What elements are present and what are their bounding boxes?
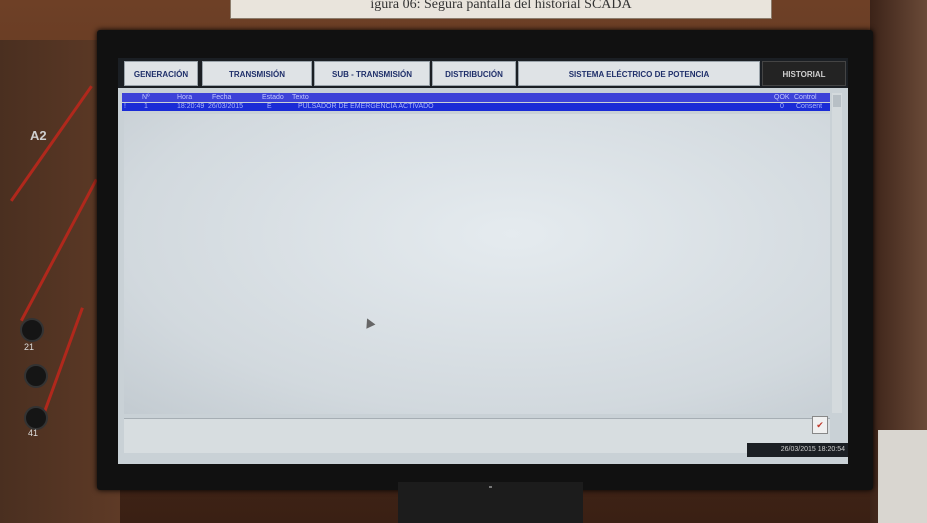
- row-estado: E: [267, 103, 272, 110]
- col-header-hora[interactable]: Hora: [177, 93, 192, 102]
- tab-historial[interactable]: HISTORIAL: [762, 61, 846, 86]
- banana-jack: [20, 318, 44, 342]
- scada-screen: GENERACIÓN TRANSMISIÓN SUB - TRANSMISIÓN…: [118, 58, 848, 464]
- caption-paper: igura 06: Segura pantalla del historial …: [230, 0, 772, 19]
- log-area: [124, 114, 830, 414]
- table-header: Nº Hora Fecha Estado Texto QOK Control: [122, 93, 830, 102]
- col-header-texto[interactable]: Texto: [292, 93, 309, 102]
- col-header-n[interactable]: Nº: [142, 93, 150, 102]
- paper-sheet: [878, 430, 927, 523]
- row-fecha: 26/03/2015: [208, 103, 244, 110]
- status-area: [124, 418, 830, 453]
- vertical-scrollbar[interactable]: [832, 93, 842, 413]
- status-datetime: 26/03/2015 18:20:54: [747, 443, 848, 457]
- row-n: 1: [144, 103, 148, 110]
- banana-jack: [24, 364, 48, 388]
- row-texto: PULSADOR DE EMERGENCIA ACTIVADO: [298, 103, 434, 110]
- col-header-estado[interactable]: Estado: [262, 93, 284, 102]
- row-flag: !: [124, 103, 126, 110]
- table-row[interactable]: ! 1 18:20:49 26/03/2015 E PULSADOR DE EM…: [122, 103, 830, 111]
- tab-transmision[interactable]: TRANSMISIÓN: [202, 61, 312, 86]
- col-header-fecha[interactable]: Fecha: [212, 93, 231, 102]
- panel-label: A2: [30, 128, 47, 143]
- row-hora: 18:20:49: [177, 103, 205, 110]
- tab-sub-transmision[interactable]: SUB - TRANSMISIÓN: [314, 61, 430, 86]
- tab-bar: GENERACIÓN TRANSMISIÓN SUB - TRANSMISIÓN…: [118, 58, 848, 88]
- power-led: [489, 486, 492, 488]
- banana-jack: [24, 406, 48, 430]
- col-header-qok[interactable]: QOK: [774, 93, 790, 102]
- jack-label: 21: [24, 342, 35, 352]
- row-control: Consent: [796, 103, 823, 110]
- scroll-thumb[interactable]: [833, 95, 841, 107]
- alarm-check-icon[interactable]: ✔: [812, 416, 828, 434]
- col-header-control[interactable]: Control: [794, 93, 817, 102]
- caption-text: igura 06: Segura pantalla del historial …: [370, 0, 632, 12]
- tab-distribucion[interactable]: DISTRIBUCIÓN: [432, 61, 516, 86]
- jack-label: 41: [28, 428, 39, 438]
- tab-sistema-electrico[interactable]: SISTEMA ELÉCTRICO DE POTENCIA: [518, 61, 760, 86]
- tab-generacion[interactable]: GENERACIÓN: [124, 61, 198, 86]
- mouse-cursor-icon: [362, 316, 376, 329]
- monitor-stand: [398, 482, 583, 523]
- row-qok: 0: [780, 103, 784, 110]
